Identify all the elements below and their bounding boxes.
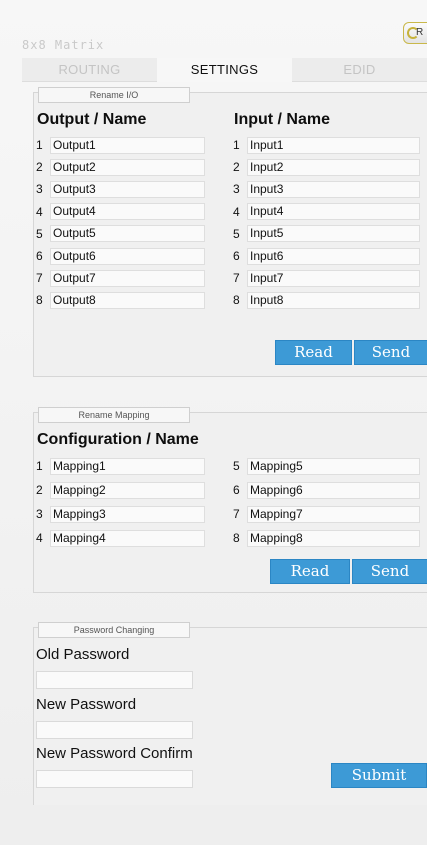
old-password-input[interactable] [36, 671, 193, 689]
output-row: 6 Output6 [36, 247, 205, 265]
input-row-name-input[interactable]: Input5 [247, 225, 420, 243]
input-row: 1 Input1 [233, 136, 420, 154]
input-row-name-input[interactable]: Input8 [247, 291, 420, 309]
output-row-number: 5 [36, 226, 43, 241]
output-row: 2 Output2 [36, 158, 205, 176]
output-row-number: 7 [36, 271, 43, 286]
new-password-input[interactable] [36, 721, 193, 739]
old-password-label: Old Password [36, 646, 130, 663]
input-row: 4 Input4 [233, 203, 420, 221]
input-row: 2 Input2 [233, 158, 420, 176]
mapping-row: 3 Mapping3 [36, 505, 205, 523]
output-row-name-input[interactable]: Output1 [50, 136, 205, 154]
output-row: 3 Output3 [36, 180, 205, 198]
mapping-row-name-input[interactable]: Mapping1 [50, 457, 205, 475]
rename-mapping-legend: Rename Mapping [38, 407, 190, 423]
mapping-row-number: 6 [233, 483, 240, 497]
tab-routing[interactable]: ROUTING [22, 58, 157, 82]
mapping-row: 7 Mapping7 [233, 505, 420, 523]
rename-mapping-panel: Rename Mapping Configuration / Name 1 Map… [33, 407, 427, 593]
output-row-name-input[interactable]: Output4 [50, 203, 205, 221]
input-row-name-input[interactable]: Input2 [247, 158, 420, 176]
input-row: 8 Input8 [233, 291, 420, 309]
confirm-password-input[interactable] [36, 770, 193, 788]
input-row-name-input[interactable]: Input3 [247, 180, 420, 198]
output-row: 8 Output8 [36, 291, 205, 309]
input-row-name-input[interactable]: Input4 [247, 203, 420, 221]
output-row-number: 4 [36, 204, 43, 219]
mapping-row-number: 3 [36, 507, 43, 521]
output-row-name-input[interactable]: Output6 [50, 247, 205, 265]
output-row-number: 1 [36, 138, 43, 152]
input-row: 7 Input7 [233, 269, 420, 287]
output-row: 1 Output1 [36, 136, 205, 154]
output-row-number: 6 [36, 249, 43, 263]
mapping-row-name-input[interactable]: Mapping3 [50, 505, 205, 523]
tab-bar: ROUTING SETTINGS EDID [22, 58, 427, 82]
tab-settings[interactable]: SETTINGS [157, 58, 292, 82]
output-name-header: Output / Name [37, 111, 147, 128]
output-row-name-input[interactable]: Output7 [50, 269, 205, 287]
output-row: 5 Output5 [36, 225, 205, 243]
mapping-row-name-input[interactable]: Mapping8 [247, 529, 420, 547]
input-row: 5 Input5 [233, 225, 420, 243]
output-row-name-input[interactable]: Output5 [50, 225, 205, 243]
input-row-number: 3 [233, 182, 240, 197]
mapping-row-number: 8 [233, 531, 240, 545]
input-name-header: Input / Name [234, 111, 331, 128]
mapping-row: 5 Mapping5 [233, 457, 420, 475]
mapping-row: 6 Mapping6 [233, 481, 420, 499]
mapping-row-name-input[interactable]: Mapping6 [247, 481, 420, 499]
input-row-number: 1 [233, 138, 240, 152]
mapping-row: 8 Mapping8 [233, 529, 420, 547]
rename-io-legend: Rename I/O [38, 87, 190, 103]
mapping-send-button[interactable]: Send [352, 559, 427, 584]
mapping-read-button[interactable]: Read [270, 559, 350, 584]
submit-button[interactable]: Submit [331, 763, 427, 788]
input-row-name-input[interactable]: Input1 [247, 136, 420, 154]
input-row-number: 4 [233, 204, 240, 219]
mapping-row-name-input[interactable]: Mapping4 [50, 529, 205, 547]
output-row-name-input[interactable]: Output8 [50, 291, 205, 309]
mapping-row: 4 Mapping4 [36, 529, 205, 547]
input-row-number: 2 [233, 160, 240, 175]
io-send-button[interactable]: Send [354, 340, 427, 365]
io-read-button[interactable]: Read [275, 340, 352, 365]
configuration-name-header: Configuration / Name [37, 431, 199, 448]
mapping-row-number: 2 [36, 483, 43, 497]
password-legend: Password Changing [38, 622, 190, 638]
new-password-label: New Password [36, 696, 137, 713]
mapping-row-number: 5 [233, 459, 240, 473]
input-row: 6 Input6 [233, 247, 420, 265]
mapping-row: 2 Mapping2 [36, 481, 205, 499]
mapping-row-name-input[interactable]: Mapping7 [247, 505, 420, 523]
input-row-name-input[interactable]: Input7 [247, 269, 420, 287]
refresh-button[interactable]: R [403, 22, 427, 44]
output-row-number: 2 [36, 160, 43, 175]
output-row-number: 8 [36, 293, 43, 308]
input-row-number: 7 [233, 271, 240, 286]
input-row-number: 5 [233, 226, 240, 241]
output-row-name-input[interactable]: Output2 [50, 158, 205, 176]
settings-page: 8x8 Matrix R ROUTING SETTINGS EDID Renam… [0, 0, 427, 845]
mapping-row-number: 4 [36, 531, 43, 545]
output-row: 4 Output4 [36, 203, 205, 221]
output-row-number: 3 [36, 182, 43, 197]
tab-edid[interactable]: EDID [292, 58, 427, 82]
mapping-row-name-input[interactable]: Mapping5 [247, 457, 420, 475]
app-title: 8x8 Matrix [22, 38, 105, 52]
refresh-label: R [416, 27, 424, 38]
output-row: 7 Output7 [36, 269, 205, 287]
input-row-number: 6 [233, 249, 240, 263]
confirm-password-label: New Password Confirm [36, 745, 193, 762]
input-row-number: 8 [233, 293, 240, 308]
rename-io-panel: Rename I/O Output / Name Input / Name 1O… [33, 87, 427, 377]
mapping-row-name-input[interactable]: Mapping2 [50, 481, 205, 499]
input-row: 3 Input3 [233, 180, 420, 198]
output-row-name-input[interactable]: Output3 [50, 180, 205, 198]
input-row-name-input[interactable]: Input6 [247, 247, 420, 265]
mapping-row-number: 7 [233, 507, 240, 521]
mapping-row-number: 1 [36, 459, 43, 473]
mapping-row: 1 Mapping1 [36, 457, 205, 475]
